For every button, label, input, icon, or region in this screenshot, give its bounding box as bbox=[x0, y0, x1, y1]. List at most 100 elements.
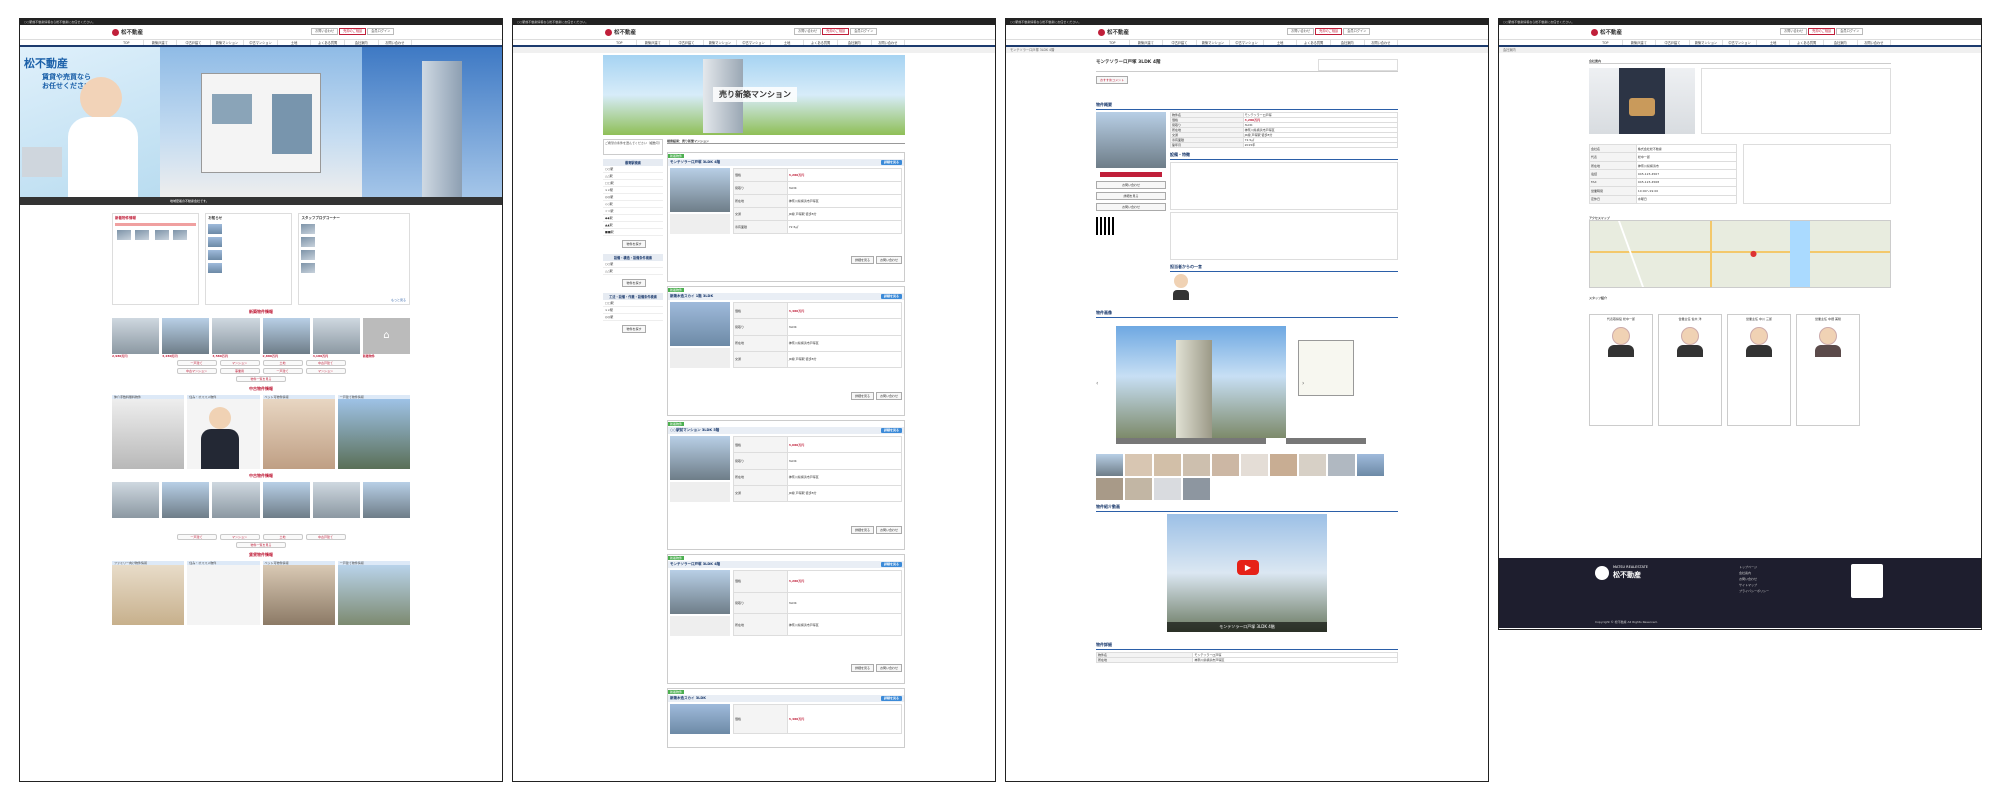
nav-item[interactable]: 新築戸建て bbox=[1623, 40, 1657, 45]
station-item[interactable]: ▲▲駅 bbox=[603, 222, 663, 229]
contact-button[interactable]: お問い合わせ bbox=[1287, 28, 1315, 35]
category-pill[interactable]: 一戸建て bbox=[262, 368, 303, 374]
condition-item[interactable]: ○○駅 bbox=[603, 261, 663, 268]
listing-name[interactable]: ○○駅前マンション 3LDK 5階 bbox=[670, 428, 719, 433]
listing-photo[interactable] bbox=[670, 302, 730, 346]
station-item[interactable]: △△駅 bbox=[603, 173, 663, 180]
nav-item[interactable]: よくある質問 bbox=[1790, 40, 1824, 45]
nav-item[interactable]: 土地 bbox=[771, 40, 805, 45]
nav-item[interactable]: 中古戸建て bbox=[177, 40, 211, 45]
site-logo[interactable]: 松不動産 bbox=[605, 28, 636, 36]
gallery-thumb[interactable] bbox=[1125, 454, 1152, 476]
nav-item[interactable]: 会社案内 bbox=[345, 40, 379, 45]
search-button[interactable]: 物件を探す bbox=[622, 240, 646, 248]
listing-card[interactable]: 2,980万円 bbox=[112, 318, 160, 358]
nav-item[interactable]: 中古戸建て bbox=[1656, 40, 1690, 45]
detail-button[interactable]: 詳細を見る bbox=[850, 526, 874, 534]
nav-item[interactable]: 土地 bbox=[1264, 40, 1298, 45]
nav-item[interactable]: 中古マンション bbox=[1723, 40, 1757, 45]
nav-item[interactable]: TOP bbox=[1096, 40, 1130, 45]
nav-item[interactable]: よくある質問 bbox=[804, 40, 838, 45]
station-item[interactable]: ◆◆駅 bbox=[603, 215, 663, 222]
more-button[interactable]: 物件一覧を見る bbox=[236, 542, 286, 548]
detail-button[interactable]: 詳細を見る bbox=[850, 256, 874, 264]
category-pill[interactable]: マンション bbox=[305, 368, 346, 374]
floorplan-thumb[interactable] bbox=[670, 214, 730, 234]
nav-item[interactable]: 中古戸建て bbox=[670, 40, 704, 45]
nav-item[interactable]: 新築マンション bbox=[704, 40, 738, 45]
prev-arrow-icon[interactable]: ‹ bbox=[1096, 380, 1098, 387]
info-thumb[interactable] bbox=[208, 250, 223, 260]
more-link[interactable]: もっと見る bbox=[391, 298, 406, 302]
search-button[interactable]: 物件を探す bbox=[622, 279, 646, 287]
site-logo[interactable]: 松不動産 bbox=[112, 28, 143, 36]
listing-name[interactable]: モンテソラーロ戸塚 3LDK 4階 bbox=[670, 160, 720, 165]
category-pill[interactable]: 土地 bbox=[262, 534, 303, 540]
listing-card[interactable] bbox=[212, 482, 260, 518]
nav-item[interactable]: TOP bbox=[110, 40, 144, 45]
detail-button[interactable]: 詳細を見る bbox=[880, 160, 902, 165]
listing-name[interactable]: 新築木造スカイ 1階 3LDK bbox=[670, 294, 713, 299]
gallery-thumb[interactable] bbox=[1096, 454, 1123, 476]
detail-button[interactable]: 詳細を見る bbox=[880, 562, 902, 567]
footer-link[interactable]: プライバシーポリシー bbox=[1739, 588, 1769, 594]
sell-button[interactable]: 売却のご相談 bbox=[822, 28, 850, 35]
listing-thumb[interactable] bbox=[172, 230, 187, 240]
gallery-thumb[interactable] bbox=[1270, 454, 1297, 476]
listing-name[interactable]: 新築木造スカイ 3LDK bbox=[670, 696, 706, 701]
contact-button[interactable]: お問い合わせ bbox=[875, 526, 902, 534]
contact-button[interactable]: お問い合わせ bbox=[311, 28, 339, 35]
category-pill[interactable]: 事業用 bbox=[219, 368, 260, 374]
listing-card[interactable]: ⌂ 新着物件 bbox=[362, 318, 411, 358]
gallery-thumb[interactable] bbox=[1241, 454, 1268, 476]
category-pill[interactable]: マンション bbox=[219, 534, 260, 540]
floorplan-thumb[interactable] bbox=[670, 348, 730, 368]
nav-item[interactable]: TOP bbox=[603, 40, 637, 45]
sell-button[interactable]: 売却のご相談 bbox=[339, 28, 367, 35]
listing-card[interactable] bbox=[162, 482, 210, 518]
category-card[interactable]: ペット可物件情報 bbox=[262, 395, 335, 469]
listing-card[interactable] bbox=[112, 482, 160, 518]
info-thumb[interactable] bbox=[208, 263, 223, 273]
category-card[interactable]: 一戸建て物件情報 bbox=[337, 395, 410, 469]
gallery-thumb[interactable] bbox=[1212, 454, 1239, 476]
nav-item[interactable]: お問い合わせ bbox=[1365, 40, 1399, 45]
category-pill[interactable]: 中古戸建て bbox=[305, 534, 346, 540]
condition-item[interactable]: ××駅 bbox=[603, 307, 663, 314]
sell-button[interactable]: 売却のご相談 bbox=[1808, 28, 1836, 35]
listing-photo[interactable] bbox=[670, 436, 730, 480]
next-arrow-icon[interactable]: › bbox=[1302, 380, 1304, 387]
nav-item[interactable]: 会社案内 bbox=[1331, 40, 1365, 45]
gallery-thumb[interactable] bbox=[1328, 454, 1355, 476]
listing-photo[interactable] bbox=[670, 704, 730, 734]
listing-card[interactable]: 4,180万円 bbox=[312, 318, 360, 358]
nav-item[interactable]: 中古マンション bbox=[244, 40, 278, 45]
contact-button[interactable]: お問い合わせ bbox=[794, 28, 822, 35]
nav-item[interactable]: 会社案内 bbox=[838, 40, 872, 45]
site-logo[interactable]: 松不動産 bbox=[1098, 28, 1129, 36]
category-pill[interactable]: 土地 bbox=[262, 360, 303, 366]
contact-button[interactable]: お問い合わせ bbox=[875, 664, 902, 672]
category-card[interactable]: ファミリー向け物件情報 bbox=[112, 561, 185, 625]
listing-card[interactable] bbox=[312, 482, 360, 518]
category-card[interactable]: 一戸建て物件情報 bbox=[337, 561, 410, 625]
main-photo[interactable] bbox=[1096, 112, 1166, 168]
gallery-thumb[interactable] bbox=[1183, 454, 1210, 476]
listing-card[interactable]: 3,580万円 bbox=[212, 318, 260, 358]
station-item[interactable]: ■■駅 bbox=[603, 229, 663, 236]
contact-button[interactable]: お問い合わせ bbox=[1780, 28, 1808, 35]
gallery-thumb[interactable] bbox=[1096, 478, 1123, 500]
gallery-thumb[interactable] bbox=[1183, 478, 1210, 500]
info-thumb[interactable] bbox=[208, 237, 223, 247]
gallery-thumb[interactable] bbox=[1125, 478, 1152, 500]
contact-button[interactable]: お問い合わせ bbox=[875, 256, 902, 264]
listing-photo[interactable] bbox=[670, 570, 730, 614]
listing-card[interactable]: 2,880万円 bbox=[262, 318, 310, 358]
member-button[interactable]: 会員ログイン bbox=[1343, 28, 1371, 35]
floorplan-image[interactable] bbox=[1298, 340, 1354, 396]
station-item[interactable]: □□駅 bbox=[603, 180, 663, 187]
nav-item[interactable]: 中古戸建て bbox=[1163, 40, 1197, 45]
station-item[interactable]: ○○駅 bbox=[603, 166, 663, 173]
category-pill[interactable]: 中古戸建て bbox=[305, 360, 346, 366]
floorplan-thumb[interactable] bbox=[670, 482, 730, 502]
